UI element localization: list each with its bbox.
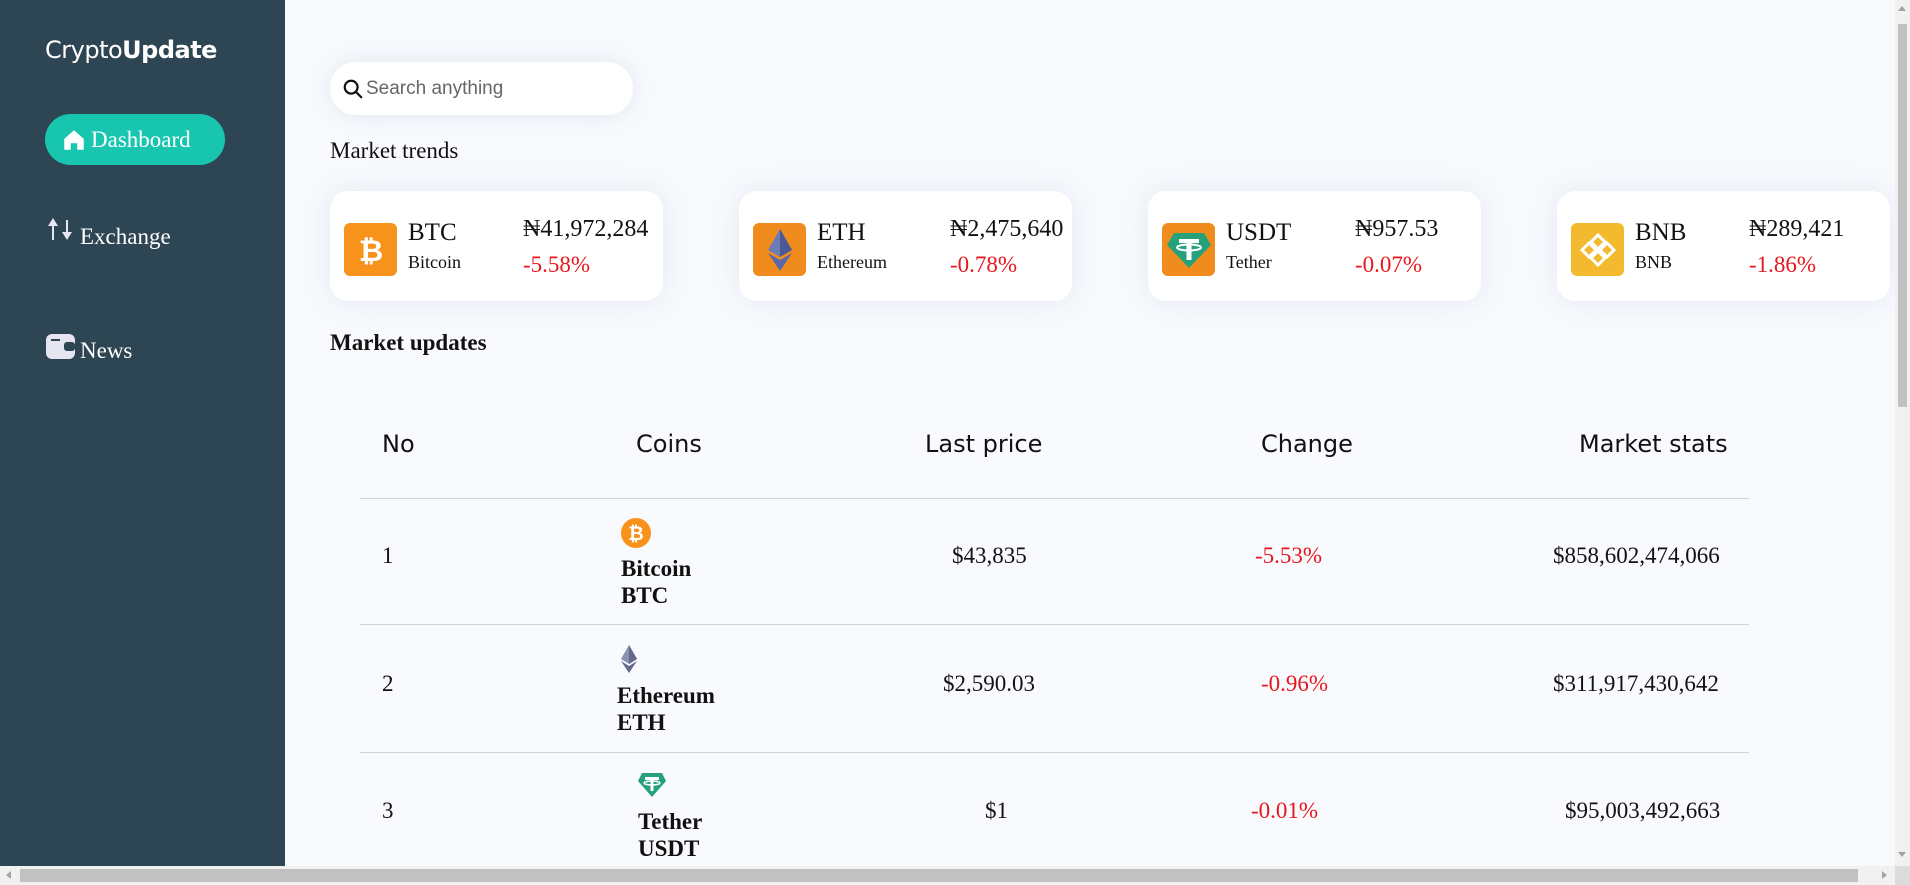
market-stats: $95,003,492,663 xyxy=(1565,798,1721,823)
ethereum-icon xyxy=(621,645,637,673)
scrollbar-corner xyxy=(1895,866,1910,885)
sidebar-item-news[interactable]: News xyxy=(45,334,133,364)
sidebar-item-label: Dashboard xyxy=(91,126,191,152)
trend-card-usdt[interactable]: USDT Tether ₦957.53 -0.07% xyxy=(1148,191,1481,301)
coin-symbol: ETH xyxy=(817,219,866,246)
coin-fullname: Ethereum xyxy=(617,683,715,708)
row-number: 2 xyxy=(382,671,394,696)
coin-price: ₦289,421 xyxy=(1749,216,1845,242)
coin-symbol: ETH xyxy=(617,710,666,735)
row-number: 3 xyxy=(382,798,394,823)
scroll-right-arrow-icon[interactable] xyxy=(1882,871,1887,879)
coin-symbol: BTC xyxy=(621,583,669,608)
ethereum-logo xyxy=(753,223,806,276)
brand-bold: Update xyxy=(122,36,217,64)
scroll-left-arrow-icon[interactable] xyxy=(6,871,11,879)
svg-text:₿: ₿ xyxy=(358,234,382,267)
coin-symbol: BNB xyxy=(1635,219,1687,246)
header-no: No xyxy=(382,430,415,458)
market-stats: $858,602,474,066 xyxy=(1553,543,1720,568)
coin-symbol: USDT xyxy=(638,836,700,861)
scroll-down-arrow-icon[interactable] xyxy=(1898,852,1906,857)
scroll-up-arrow-icon[interactable] xyxy=(1898,6,1906,11)
tether-icon xyxy=(638,773,666,797)
header-last-price: Last price xyxy=(925,430,1043,458)
coin-name: Tether USDT xyxy=(638,808,702,862)
sidebar-item-exchange[interactable]: Exchange xyxy=(45,218,171,250)
table-row[interactable]: 3 Tether USDT $1 -0.01% $95,003,492,663 xyxy=(360,753,1749,880)
coin-symbol: BTC xyxy=(408,219,457,246)
trend-card-eth[interactable]: ETH Ethereum ₦2,475,640 -0.78% xyxy=(739,191,1072,301)
table-row[interactable]: 2 Ethereum ETH $2,590.03 -0.96% $311,917… xyxy=(360,626,1749,753)
table-row[interactable]: 1 ₿ Bitcoin BTC $43,835 -5.53% $858,602,… xyxy=(360,498,1749,625)
coin-price: ₦957.53 xyxy=(1355,216,1439,242)
header-coins: Coins xyxy=(636,430,702,458)
price-change: -0.01% xyxy=(1251,798,1319,823)
header-change: Change xyxy=(1261,430,1353,458)
market-stats: $311,917,430,642 xyxy=(1553,671,1719,696)
sidebar-item-label: News xyxy=(80,338,133,363)
home-icon xyxy=(64,129,84,150)
header-market-stats: Market stats xyxy=(1579,430,1728,458)
price-change: -0.96% xyxy=(1261,671,1329,696)
sidebar-item-dashboard[interactable]: Dashboard xyxy=(45,114,225,165)
price-change: -5.53% xyxy=(1255,543,1323,568)
last-price: $43,835 xyxy=(952,543,1027,568)
brand-logo[interactable]: CryptoUpdate xyxy=(45,36,217,64)
horizontal-scrollbar[interactable] xyxy=(0,866,1895,885)
coin-price: ₦2,475,640 xyxy=(950,216,1064,242)
coin-name: Ethereum ETH xyxy=(617,682,715,736)
trend-card-btc[interactable]: ₿ BTC Bitcoin ₦41,972,284 -5.58% xyxy=(330,191,663,301)
search-icon xyxy=(343,79,363,98)
last-price: $1 xyxy=(985,798,1008,823)
trend-card-bnb[interactable]: BNB BNB ₦289,421 -1.86% xyxy=(1557,191,1890,301)
brand-light: Crypto xyxy=(45,36,123,64)
coin-change: -1.86% xyxy=(1749,252,1817,277)
row-number: 1 xyxy=(382,543,394,568)
coin-name: Bitcoin xyxy=(408,252,461,272)
wallet-icon xyxy=(46,334,75,359)
coin-price: ₦41,972,284 xyxy=(523,216,649,242)
tether-logo xyxy=(1162,223,1215,276)
coin-name: Bitcoin BTC xyxy=(621,555,691,609)
coin-name: Tether xyxy=(1226,252,1272,272)
svg-text:₿: ₿ xyxy=(628,523,643,545)
coin-fullname: Bitcoin xyxy=(621,556,692,581)
vertical-scroll-thumb[interactable] xyxy=(1898,24,1907,407)
search-box[interactable] xyxy=(330,62,633,115)
last-price: $2,590.03 xyxy=(943,671,1035,696)
search-input[interactable] xyxy=(366,77,616,100)
coin-symbol: USDT xyxy=(1226,219,1292,246)
coin-change: -5.58% xyxy=(523,252,591,277)
coin-change: -0.07% xyxy=(1355,252,1423,277)
sidebar: CryptoUpdate Dashboard Exchange News xyxy=(0,0,285,866)
coin-change: -0.78% xyxy=(950,252,1018,277)
bitcoin-logo: ₿ xyxy=(344,223,397,276)
market-updates-title: Market updates xyxy=(330,330,487,355)
bitcoin-icon: ₿ xyxy=(621,518,651,548)
market-trends-title: Market trends xyxy=(330,138,459,163)
coin-name: Ethereum xyxy=(817,252,887,272)
exchange-arrows-icon xyxy=(48,218,72,240)
vertical-scrollbar[interactable] xyxy=(1895,0,1910,866)
coin-fullname: Tether xyxy=(638,809,703,834)
sidebar-item-label: Exchange xyxy=(80,224,171,249)
bnb-logo xyxy=(1571,223,1624,276)
horizontal-scroll-thumb[interactable] xyxy=(20,869,1858,882)
coin-name: BNB xyxy=(1635,252,1673,272)
